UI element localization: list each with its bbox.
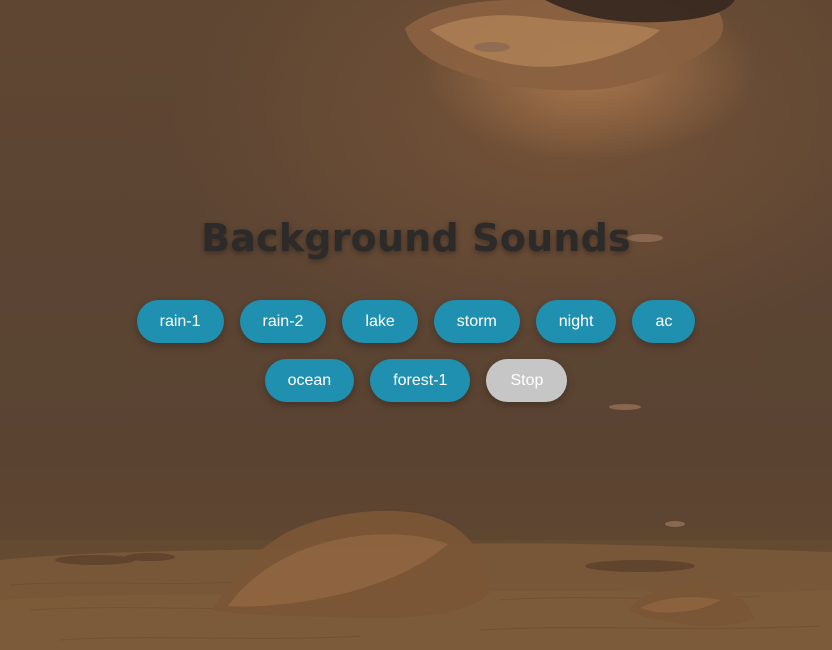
sound-button-storm[interactable]: storm: [433, 300, 520, 343]
sound-button-rain-1[interactable]: rain-1: [136, 300, 224, 343]
sound-button-forest-1[interactable]: forest-1: [370, 359, 471, 402]
sand-dunes: [0, 543, 832, 650]
flying-ships: [474, 42, 685, 527]
sound-button-rain-2[interactable]: rain-2: [239, 300, 327, 343]
stop-button[interactable]: Stop: [486, 359, 568, 402]
page-title: Background Sounds: [201, 216, 631, 260]
sound-buttons-row-1: rain-1 rain-2 lake storm night ac: [0, 300, 832, 344]
sound-buttons-row-2: ocean forest-1 Stop: [0, 359, 832, 403]
sound-button-ac[interactable]: ac: [632, 300, 696, 343]
statue-head-small: [628, 584, 754, 626]
floating-rock: [405, 0, 735, 91]
sound-button-night[interactable]: night: [535, 300, 617, 343]
sound-button-lake[interactable]: lake: [342, 300, 418, 343]
sound-button-ocean[interactable]: ocean: [264, 359, 355, 402]
statue-head-large: [212, 509, 490, 619]
